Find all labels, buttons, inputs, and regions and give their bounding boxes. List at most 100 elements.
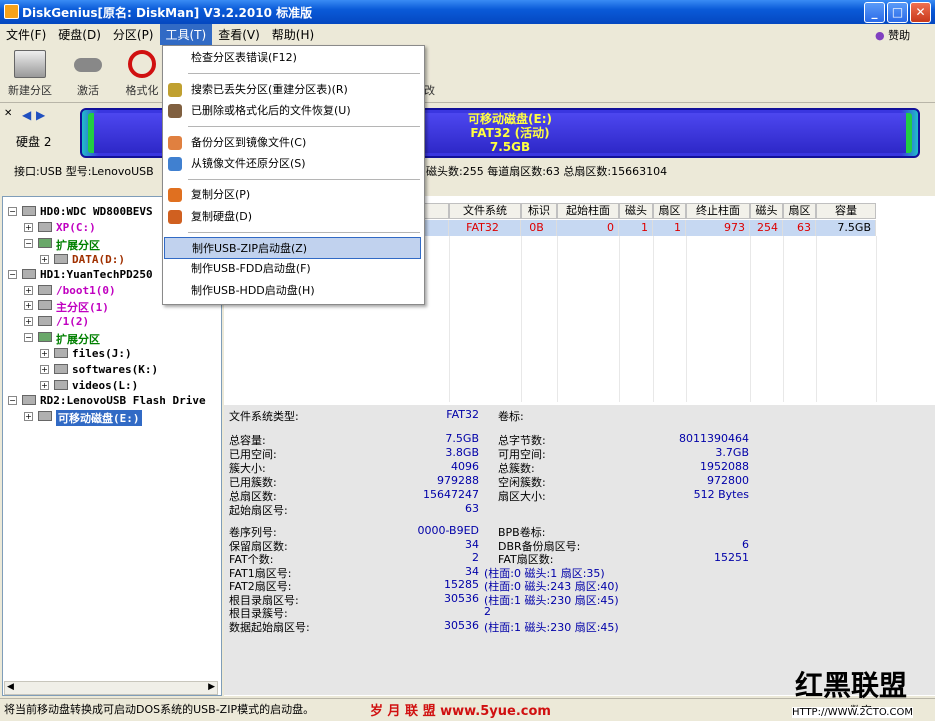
detail-value: 0000-B9ED xyxy=(417,524,479,537)
tree-horizontal-scrollbar[interactable]: ◀ ▶ xyxy=(4,681,218,695)
table-cell: 63 xyxy=(783,220,816,236)
menu-item-label: 备份分区到镜像文件(C) xyxy=(191,136,307,149)
column-header[interactable]: 扇区 xyxy=(653,203,686,219)
tools-menu-item[interactable]: 复制分区(P) xyxy=(164,184,421,206)
menu-disk[interactable]: 硬盘(D) xyxy=(52,24,107,45)
tools-menu-item[interactable]: 备份分区到镜像文件(C) xyxy=(164,132,421,154)
close-panel-icon[interactable]: ✕ xyxy=(4,108,12,119)
menu-bar: 文件(F) 硬盘(D) 分区(P) 工具(T) 查看(V) 帮助(H) xyxy=(0,24,935,45)
tree-expander[interactable]: + xyxy=(40,255,49,264)
tools-menu-item[interactable]: 制作USB-FDD启动盘(F) xyxy=(164,258,421,280)
format-button[interactable]: 格式化 xyxy=(116,50,168,98)
maximize-button[interactable]: □ xyxy=(887,2,908,23)
tools-menu-item[interactable]: 检查分区表错误(F12) xyxy=(164,47,421,69)
title-bar: DiskGenius[原名: DiskMan] V3.2.2010 标准版 xyxy=(0,0,935,24)
menu-view[interactable]: 查看(V) xyxy=(212,24,266,45)
tree-expander[interactable]: + xyxy=(40,365,49,374)
tree-item[interactable]: 可移动磁盘(E:) xyxy=(56,410,142,426)
partition-icon xyxy=(38,300,52,310)
tree-item[interactable]: HD1:YuanTechPD250 xyxy=(40,268,153,281)
table-cell: 1 xyxy=(619,220,653,236)
activate-button[interactable]: 激活 xyxy=(62,50,114,98)
tree-expander[interactable]: − xyxy=(24,333,33,342)
tools-menu-item[interactable]: 从镜像文件还原分区(S) xyxy=(164,153,421,175)
detail-value: 30536 xyxy=(444,618,479,632)
tree-expander[interactable]: + xyxy=(24,223,33,232)
tree-expander[interactable]: + xyxy=(40,349,49,358)
detail-value: 8011390464 xyxy=(679,432,749,445)
table-cell: 7.5GB xyxy=(816,220,876,236)
partition-table-row[interactable]: FAT32 0B 0 1 1 973 254 63 7.5GB xyxy=(376,220,876,236)
menu-item-label: 已删除或格式化后的文件恢复(U) xyxy=(191,104,351,117)
grid-line xyxy=(557,236,558,402)
tree-item[interactable]: RD2:LenovoUSB Flash Drive xyxy=(40,394,206,407)
tree-item[interactable]: videos(L:) xyxy=(72,379,138,392)
watermark-logo: 红黑联盟 xyxy=(795,669,908,702)
tree-item[interactable]: files(J:) xyxy=(72,347,132,360)
tree-item[interactable]: HD0:WDC WD800BEVS xyxy=(40,205,153,218)
tools-menu-item[interactable]: 制作USB-HDD启动盘(H) xyxy=(164,280,421,302)
tools-menu-item[interactable]: 制作USB-ZIP启动盘(Z) xyxy=(164,237,421,259)
app-icon[interactable] xyxy=(4,4,19,19)
scroll-left-icon[interactable]: ◀ xyxy=(7,682,14,692)
tree-expander[interactable]: + xyxy=(24,286,33,295)
menu-item-label: 制作USB-ZIP启动盘(Z) xyxy=(192,242,308,255)
tree-expander[interactable]: − xyxy=(8,396,17,405)
tree-item[interactable]: XP(C:) xyxy=(56,221,96,234)
partition-icon xyxy=(38,222,52,232)
prev-disk-icon[interactable]: ◀ xyxy=(22,108,31,122)
disk-label: 硬盘 2 xyxy=(16,135,52,149)
tree-item[interactable]: softwares(K:) xyxy=(72,363,158,376)
sponsor-link[interactable]: ● 赞助 xyxy=(875,27,910,43)
tree-expander[interactable]: + xyxy=(24,317,33,326)
tree-expander[interactable]: + xyxy=(24,301,33,310)
tree-item[interactable]: /boot1(0) xyxy=(56,284,116,297)
table-cell: FAT32 xyxy=(449,220,521,236)
column-header[interactable]: 容量 xyxy=(816,203,876,219)
menu-help[interactable]: 帮助(H) xyxy=(266,24,320,45)
menu-partition[interactable]: 分区(P) xyxy=(107,24,160,45)
detail-value: 512 Bytes xyxy=(693,488,749,501)
detail-value: 15647247 xyxy=(423,488,479,501)
column-header[interactable]: 起始柱面 xyxy=(557,203,619,219)
column-header[interactable]: 文件系统 xyxy=(449,203,521,219)
disk-info-line: 接口:USB 型号:LenovoUSB xyxy=(14,165,154,178)
tree-item[interactable]: 主分区(1) xyxy=(56,299,109,315)
menu-item-label: 制作USB-FDD启动盘(F) xyxy=(191,262,311,275)
column-header[interactable]: 标识 xyxy=(521,203,557,219)
tree-item[interactable]: 扩展分区 xyxy=(56,237,100,253)
tree-expander[interactable]: + xyxy=(24,412,33,421)
tools-menu-item[interactable]: 复制硬盘(D) xyxy=(164,206,421,228)
column-header[interactable]: 扇区 xyxy=(783,203,816,219)
computer-disk-icon xyxy=(14,50,46,78)
scroll-right-icon[interactable]: ▶ xyxy=(208,682,215,692)
column-header[interactable]: 磁头 xyxy=(750,203,783,219)
tree-expander[interactable]: − xyxy=(8,270,17,279)
tree-item[interactable]: /1(2) xyxy=(56,315,89,328)
column-header[interactable]: 终止柱面 xyxy=(686,203,750,219)
menu-tools[interactable]: 工具(T) xyxy=(159,24,213,45)
partition-icon xyxy=(54,380,68,390)
grid-line xyxy=(686,236,687,402)
disk-geometry-info: 磁头数:255 每道扇区数:63 总扇区数:15663104 xyxy=(426,165,668,178)
detail-value: 63 xyxy=(465,502,479,515)
tree-expander[interactable]: − xyxy=(8,207,17,216)
tree-expander[interactable]: + xyxy=(40,381,49,390)
minimize-button[interactable]: _ xyxy=(864,2,885,23)
menu-item-label: 搜索已丢失分区(重建分区表)(R) xyxy=(191,83,348,96)
detail-value: 2 xyxy=(472,551,479,564)
next-disk-icon[interactable]: ▶ xyxy=(36,108,45,122)
detail-value: 34 xyxy=(465,564,479,578)
tools-menu-item[interactable]: 搜索已丢失分区(重建分区表)(R) xyxy=(164,79,421,101)
grid-line xyxy=(876,236,877,402)
tree-item[interactable]: 扩展分区 xyxy=(56,331,100,347)
close-button[interactable]: ✕ xyxy=(910,2,931,23)
menu-file[interactable]: 文件(F) xyxy=(0,24,52,45)
detail-value: 7.5GB xyxy=(445,432,479,445)
grid-line xyxy=(521,236,522,402)
column-header[interactable]: 磁头 xyxy=(619,203,653,219)
tools-menu-item[interactable]: 已删除或格式化后的文件恢复(U) xyxy=(164,100,421,122)
new-partition-button[interactable]: 新建分区 xyxy=(4,50,56,98)
tree-item[interactable]: DATA(D:) xyxy=(72,253,125,266)
tree-expander[interactable]: − xyxy=(24,239,33,248)
